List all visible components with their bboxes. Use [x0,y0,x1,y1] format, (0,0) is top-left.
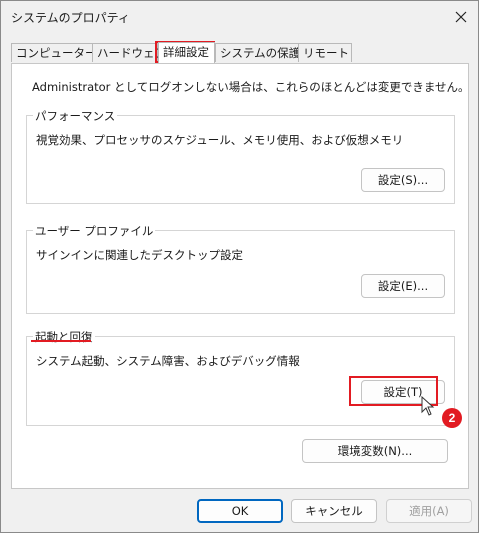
system-properties-dialog: システムのプロパティ コンピューター名 ハードウェア 詳細設定 システムの保護 … [0,0,479,533]
step-badge-2: 2 [442,408,462,428]
environment-variables-button[interactable]: 環境変数(N)... [302,439,448,463]
startup-recovery-description: システム起動、システム障害、およびデバッグ情報 [36,354,300,368]
apply-button[interactable]: 適用(A) [386,499,472,523]
tab-remote[interactable]: リモート [298,43,352,62]
window-title: システムのプロパティ [11,11,130,25]
user-profile-settings-button[interactable]: 設定(E)... [361,274,445,298]
performance-group-title: パフォーマンス [33,108,118,124]
close-button[interactable] [448,5,474,29]
close-icon [455,11,467,23]
user-profile-group-title: ユーザー プロファイル [33,223,156,239]
startup-title-underline [31,340,91,342]
performance-settings-button[interactable]: 設定(S)... [361,168,445,192]
tab-system-protection[interactable]: システムの保護 [215,43,300,62]
user-profile-group: ユーザー プロファイル サインインに関連したデスクトップ設定 設定(E)... [26,223,455,314]
tab-computer-name[interactable]: コンピューター名 [11,43,108,62]
title-bar: システムのプロパティ [1,1,478,33]
startup-recovery-group-title: 起動と回復 [33,329,95,345]
tab-hardware[interactable]: ハードウェア [92,43,166,62]
ok-button[interactable]: OK [197,499,283,523]
advanced-tab-panel: Administrator としてログオンしない場合は、これらのほとんどは変更で… [11,63,470,489]
mouse-pointer-icon [421,396,435,416]
performance-group: パフォーマンス 視覚効果、プロセッサのスケジュール、メモリ使用、および仮想メモリ… [26,108,455,204]
tab-advanced[interactable]: 詳細設定 [158,42,215,63]
user-profile-description: サインインに関連したデスクトップ設定 [36,248,243,262]
cancel-button[interactable]: キャンセル [291,499,377,523]
performance-description: 視覚効果、プロセッサのスケジュール、メモリ使用、および仮想メモリ [36,133,404,147]
startup-recovery-group: 起動と回復 システム起動、システム障害、およびデバッグ情報 設定(T) [26,329,455,426]
admin-warning-text: Administrator としてログオンしない場合は、これらのほとんどは変更で… [32,80,470,94]
